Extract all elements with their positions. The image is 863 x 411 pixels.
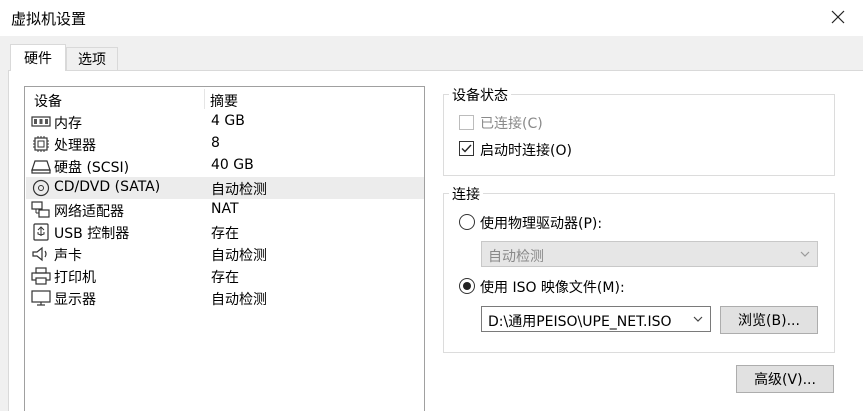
memory-icon	[31, 116, 51, 127]
device-name: CD/DVD (SATA)	[54, 179, 161, 195]
device-summary: NAT	[211, 201, 239, 217]
column-header-summary[interactable]: 摘要	[210, 91, 238, 111]
iso-path-combobox[interactable]: D:\通用PEISO\UPE_NET.ISO	[481, 306, 711, 332]
device-list[interactable]: 设备 摘要 内存 4 GB 处理器 8 硬盘 (SCSI) 40 GB CD/D…	[24, 86, 425, 411]
device-summary: 自动检测	[211, 292, 267, 308]
connection-label: 连接	[449, 184, 483, 204]
advanced-button-label: 高级(V)...	[754, 372, 816, 388]
device-name: 处理器	[54, 138, 96, 154]
physical-drive-radio[interactable]	[459, 214, 475, 230]
connect-at-power-on-checkbox[interactable]	[459, 141, 474, 156]
iso-path-value: D:\通用PEISO\UPE_NET.ISO	[488, 314, 672, 330]
connect-at-power-on-label: 启动时连接(O)	[480, 143, 572, 159]
usb-icon	[33, 223, 49, 241]
sound-icon	[32, 246, 47, 262]
advanced-button[interactable]: 高级(V)...	[736, 365, 834, 393]
browse-button[interactable]: 浏览(B)...	[720, 306, 818, 334]
iso-image-radio[interactable]	[459, 278, 475, 294]
checkmark-icon	[461, 144, 472, 153]
device-summary: 存在	[211, 270, 239, 286]
device-name: USB 控制器	[54, 226, 130, 242]
radio-selected-dot	[463, 282, 471, 290]
device-name: 显示器	[54, 292, 96, 308]
close-icon	[831, 10, 845, 24]
connected-checkbox[interactable]	[459, 115, 474, 130]
device-name: 网络适配器	[54, 204, 124, 220]
device-name: 硬盘 (SCSI)	[54, 160, 130, 176]
tab-options[interactable]: 选项	[66, 47, 118, 70]
processor-icon	[33, 136, 49, 152]
device-status-label: 设备状态	[449, 85, 511, 105]
device-row-network-adapter[interactable]: 网络适配器 NAT	[26, 199, 424, 221]
list-header: 设备 摘要	[25, 87, 424, 111]
column-separator[interactable]	[204, 89, 205, 109]
printer-icon	[31, 267, 51, 285]
title-bar: 虚拟机设置	[0, 0, 863, 36]
device-row-memory[interactable]: 内存 4 GB	[26, 111, 424, 133]
device-status-group	[443, 94, 835, 176]
device-row-display[interactable]: 显示器 自动检测	[26, 287, 424, 309]
device-summary: 4 GB	[211, 113, 245, 129]
connected-label: 已连接(C)	[480, 116, 543, 132]
network-adapter-icon	[31, 201, 50, 218]
column-header-device[interactable]: 设备	[34, 91, 62, 111]
device-summary: 8	[211, 135, 220, 151]
device-name: 内存	[54, 116, 82, 132]
device-summary: 自动检测	[211, 248, 267, 264]
harddisk-icon	[31, 160, 51, 174]
device-row-harddisk[interactable]: 硬盘 (SCSI) 40 GB	[26, 155, 424, 177]
iso-image-label: 使用 ISO 映像文件(M):	[480, 280, 625, 296]
window-title: 虚拟机设置	[11, 10, 87, 28]
device-name: 打印机	[54, 270, 96, 286]
chevron-down-icon	[693, 316, 703, 322]
device-row-printer[interactable]: 打印机 存在	[26, 265, 424, 287]
display-icon	[31, 290, 51, 306]
device-row-processor[interactable]: 处理器 8	[26, 133, 424, 155]
device-name: 声卡	[54, 248, 82, 264]
device-summary: 存在	[211, 226, 239, 242]
close-button[interactable]	[820, 0, 856, 34]
chevron-down-icon	[800, 251, 810, 257]
device-row-usb[interactable]: USB 控制器 存在	[26, 221, 424, 243]
device-summary: 自动检测	[211, 182, 267, 198]
tab-hardware[interactable]: 硬件	[10, 44, 66, 71]
device-summary: 40 GB	[211, 157, 254, 173]
physical-drive-value: 自动检测	[488, 249, 544, 265]
browse-button-label: 浏览(B)...	[738, 313, 800, 329]
physical-drive-select[interactable]: 自动检测	[481, 241, 818, 267]
physical-drive-label: 使用物理驱动器(P):	[480, 216, 603, 232]
device-row-cd-dvd[interactable]: CD/DVD (SATA) 自动检测	[26, 177, 424, 199]
cd-dvd-icon	[32, 179, 50, 197]
device-row-sound[interactable]: 声卡 自动检测	[26, 243, 424, 265]
tab-options-label: 选项	[78, 52, 106, 68]
tab-hardware-label: 硬件	[24, 51, 52, 67]
